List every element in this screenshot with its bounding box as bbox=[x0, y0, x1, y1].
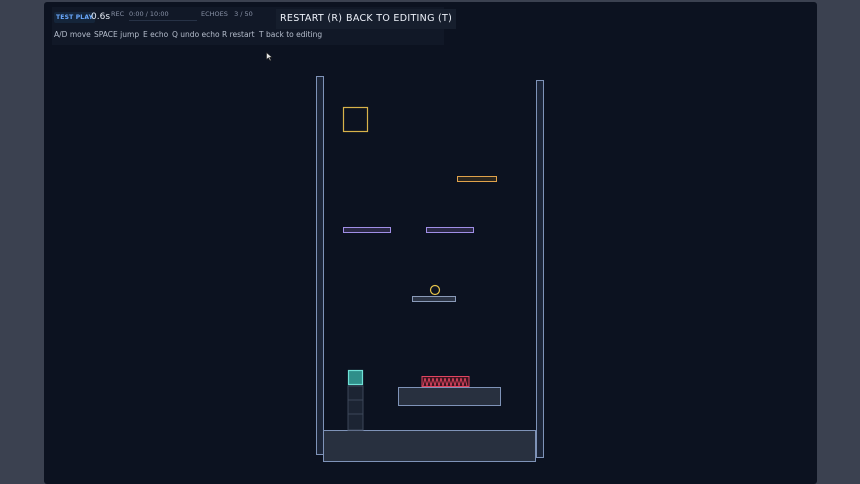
left-wall bbox=[316, 76, 324, 455]
coin-icon bbox=[429, 284, 441, 296]
orange-platform bbox=[457, 176, 497, 182]
player-character bbox=[347, 369, 364, 386]
steel-platform bbox=[412, 296, 456, 302]
echo-block bbox=[347, 399, 364, 415]
purple-platform-left bbox=[343, 227, 391, 233]
echo-block bbox=[347, 413, 364, 431]
game-canvas bbox=[316, 76, 544, 462]
goal-box bbox=[342, 106, 369, 133]
spike-trap bbox=[421, 376, 470, 387]
stone-block bbox=[398, 387, 501, 406]
floor-block bbox=[323, 430, 536, 462]
purple-platform-right bbox=[426, 227, 474, 233]
right-wall bbox=[536, 80, 544, 458]
echo-block bbox=[347, 385, 364, 401]
